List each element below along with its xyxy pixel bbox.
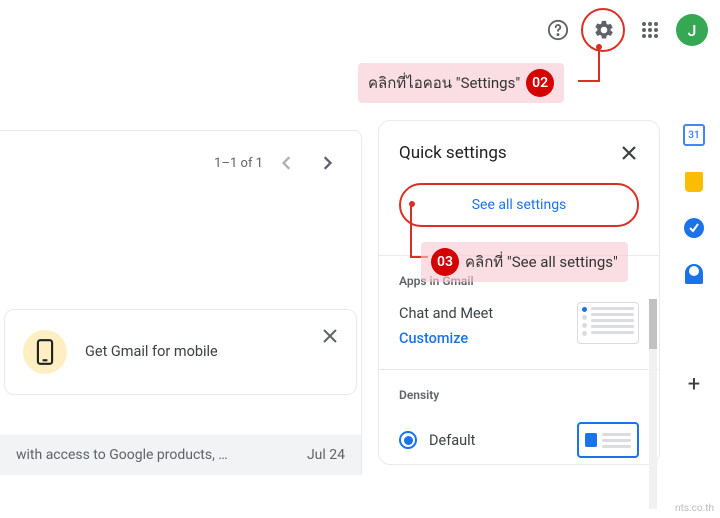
density-option-default[interactable]: Default xyxy=(399,416,639,464)
support-icon[interactable] xyxy=(538,10,578,50)
radio-checked-icon xyxy=(399,431,417,449)
annotation-step-number: 02 xyxy=(526,69,554,97)
side-panel: 31 + xyxy=(672,124,716,396)
density-default-label: Default xyxy=(429,432,475,449)
tasks-icon[interactable] xyxy=(684,218,704,238)
annotation-callout-02: คลิกที่ไอคอน "Settings" 02 xyxy=(358,63,564,103)
density-thumbnail xyxy=(577,422,639,458)
chat-meet-label: Chat and Meet xyxy=(399,302,493,327)
gear-icon[interactable] xyxy=(584,10,624,50)
section-title-density: Density xyxy=(399,388,639,402)
avatar[interactable]: J xyxy=(676,14,708,46)
apps-grid-icon[interactable] xyxy=(630,10,670,50)
pager-next-icon[interactable] xyxy=(311,147,343,179)
pager: 1–1 of 1 xyxy=(0,141,361,199)
inbox-column: 1–1 of 1 Get Gmail for mobile with acces… xyxy=(0,130,362,475)
pager-prev-icon[interactable] xyxy=(271,147,303,179)
add-icon[interactable]: + xyxy=(688,374,700,396)
mail-subject: with access to Google products, … xyxy=(16,447,228,463)
close-icon[interactable] xyxy=(619,143,639,163)
annotation-connector xyxy=(410,204,412,256)
contacts-icon[interactable] xyxy=(685,264,703,284)
mobile-icon xyxy=(23,330,67,374)
scrollbar[interactable] xyxy=(649,299,657,509)
calendar-icon[interactable]: 31 xyxy=(683,124,705,146)
quick-settings-panel: Quick settings See all settings Apps in … xyxy=(378,120,660,465)
annotation-callout-03: 03 คลิกที่ "See all settings" xyxy=(421,242,628,282)
close-icon[interactable] xyxy=(320,326,340,346)
mail-row[interactable]: with access to Google products, … Jul 24 xyxy=(0,435,361,475)
chat-thumbnail xyxy=(577,302,639,344)
pager-count: 1–1 of 1 xyxy=(214,156,263,171)
watermark: nts.co.th xyxy=(675,503,714,514)
panel-title: Quick settings xyxy=(399,143,507,163)
mail-date: Jul 24 xyxy=(307,447,345,463)
annotation-connector xyxy=(578,80,600,82)
annotation-text: คลิกที่ไอคอน "Settings" xyxy=(368,71,520,95)
promo-text: Get Gmail for mobile xyxy=(85,342,218,362)
promo-card: Get Gmail for mobile xyxy=(4,309,357,395)
annotation-step-number: 03 xyxy=(431,248,459,276)
divider xyxy=(379,369,659,370)
annotation-connector xyxy=(598,44,600,82)
customize-link[interactable]: Customize xyxy=(399,327,493,352)
keep-icon[interactable] xyxy=(685,172,703,192)
scrollbar-thumb[interactable] xyxy=(649,299,657,349)
annotation-text: คลิกที่ "See all settings" xyxy=(465,250,618,274)
see-all-settings-button[interactable]: See all settings xyxy=(399,183,639,227)
